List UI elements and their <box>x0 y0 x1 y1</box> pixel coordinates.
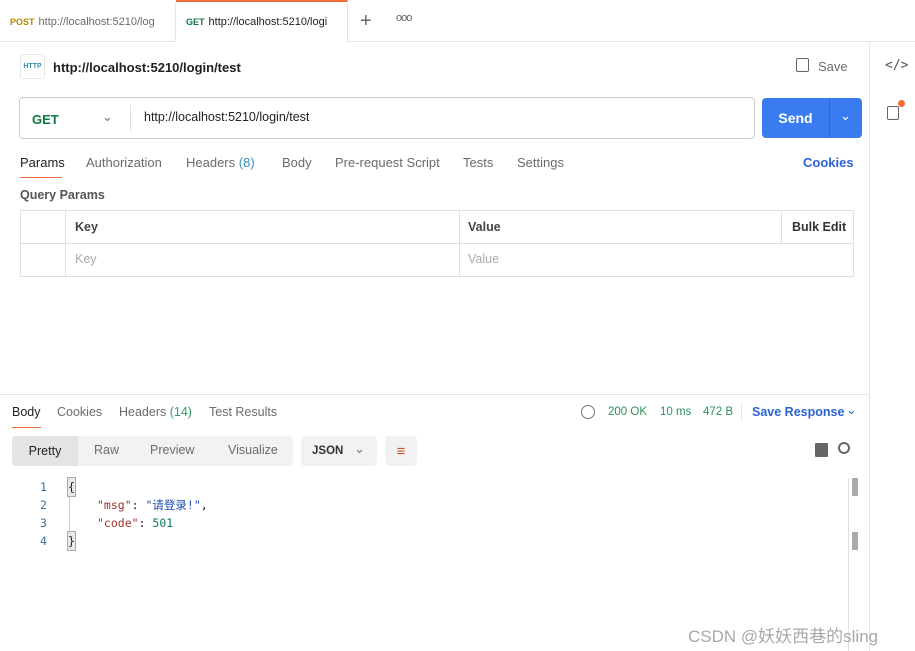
request-title[interactable]: http://localhost:5210/login/test <box>53 60 241 75</box>
send-options-chevron-icon[interactable]: ⌄ <box>840 108 851 124</box>
method-label: POST <box>10 17 35 27</box>
divider <box>741 402 742 422</box>
divider <box>829 98 830 138</box>
response-size[interactable]: 472 B <box>703 406 733 418</box>
url-input[interactable]: http://localhost:5210/login/test <box>144 110 309 124</box>
active-tab-indicator <box>20 177 62 178</box>
chevron-down-icon: ⌄ <box>354 441 365 456</box>
new-tab-plus-icon[interactable]: + <box>360 10 372 33</box>
send-button[interactable]: Send <box>762 98 829 138</box>
pane-divider <box>0 394 869 395</box>
brace: { <box>67 477 76 497</box>
view-pretty-button[interactable]: Pretty <box>12 436 78 466</box>
divider <box>130 105 131 131</box>
tab-body[interactable]: Body <box>282 155 312 170</box>
notification-dot <box>898 100 905 107</box>
format-label: JSON <box>312 445 344 457</box>
line-number: 1 <box>40 480 47 494</box>
json-key: "msg" <box>97 498 132 512</box>
more-options-icon[interactable]: ooo <box>396 12 412 24</box>
code-line: 1{ <box>0 477 848 497</box>
column-header-value: Value <box>468 220 501 234</box>
globe-icon[interactable] <box>581 405 595 419</box>
tab-params[interactable]: Params <box>20 155 65 170</box>
tab-authorization[interactable]: Authorization <box>86 155 162 170</box>
method-select[interactable]: GET <box>32 112 59 127</box>
tab-url: http://localhost:5210/logi <box>208 16 328 28</box>
row-divider <box>20 243 854 244</box>
comma: , <box>200 498 208 512</box>
line-number: 4 <box>40 534 47 548</box>
headers-count: (8) <box>238 155 255 170</box>
code-line: 3 "code": 501 <box>40 516 174 530</box>
col-divider <box>65 210 66 277</box>
indent-guide <box>69 497 70 533</box>
bulk-edit-button[interactable]: Bulk Edit <box>792 220 846 234</box>
col-divider <box>459 210 460 277</box>
tab-headers[interactable]: Headers (8) <box>186 155 255 170</box>
save-response-button[interactable]: Save Response <box>752 405 844 419</box>
key-input[interactable]: Key <box>75 252 97 266</box>
response-time[interactable]: 10 ms <box>660 406 691 418</box>
view-visualize-button[interactable]: Visualize <box>228 443 278 457</box>
watermark: CSDN @妖妖西巷的sling <box>688 627 879 646</box>
tab-label: Headers <box>119 405 167 419</box>
http-icon: HTTP <box>20 54 45 79</box>
brace: } <box>67 531 76 551</box>
json-number: 501 <box>152 516 174 530</box>
column-header-key: Key <box>75 220 98 234</box>
right-sidebar-divider <box>869 42 870 651</box>
save-button[interactable]: Save <box>818 59 848 74</box>
wrap-lines-icon[interactable]: ≡ <box>385 436 417 466</box>
cookies-link[interactable]: Cookies <box>803 155 854 170</box>
search-icon[interactable] <box>838 442 850 454</box>
tab-tests[interactable]: Tests <box>463 155 493 170</box>
code-line: 2 "msg": "请登录!", <box>40 498 208 512</box>
code-icon[interactable]: </> <box>885 58 908 73</box>
response-tab-body[interactable]: Body <box>12 405 41 419</box>
tab-settings[interactable]: Settings <box>517 155 564 170</box>
tab-post-request[interactable]: POST http://localhost:5210/log <box>0 2 176 42</box>
chevron-down-icon[interactable]: ⌄ <box>102 109 113 125</box>
response-tab-cookies[interactable]: Cookies <box>57 405 102 419</box>
chevron-down-icon[interactable]: ⌄ <box>846 402 857 418</box>
code-line: 4} <box>0 531 848 551</box>
tab-get-request[interactable]: GET http://localhost:5210/logi <box>176 0 348 42</box>
value-input[interactable]: Value <box>468 252 499 266</box>
status-code[interactable]: 200 OK <box>608 406 647 418</box>
headers-count: (14) <box>169 405 192 419</box>
save-icon <box>796 58 809 72</box>
json-string: "请登录!" <box>145 498 201 512</box>
tab-pre-request-script[interactable]: Pre-request Script <box>335 155 440 170</box>
tab-label: Headers <box>186 155 236 170</box>
line-number: 3 <box>40 516 47 530</box>
view-preview-button[interactable]: Preview <box>150 443 194 457</box>
col-divider <box>781 210 782 243</box>
view-raw-button[interactable]: Raw <box>94 443 119 457</box>
query-params-heading: Query Params <box>20 188 105 202</box>
copy-icon[interactable] <box>815 443 828 457</box>
response-tab-test-results[interactable]: Test Results <box>209 405 277 419</box>
method-label: GET <box>186 17 205 27</box>
scrollbar-thumb[interactable] <box>852 532 858 550</box>
info-icon[interactable] <box>887 106 899 120</box>
scrollbar-thumb[interactable] <box>852 478 858 496</box>
response-tab-headers[interactable]: Headers (14) <box>119 405 192 419</box>
json-key: "code" <box>97 516 139 530</box>
tab-url: http://localhost:5210/log <box>38 16 155 28</box>
line-number: 2 <box>40 498 47 512</box>
active-tab-indicator <box>12 427 41 428</box>
